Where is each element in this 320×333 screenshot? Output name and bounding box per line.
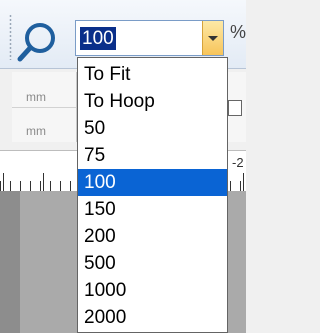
unit-label-bottom: mm xyxy=(26,124,46,138)
zoom-value-input[interactable]: 100 xyxy=(80,27,116,50)
panel-divider xyxy=(12,107,76,108)
zoom-options-list: To Fit To Hoop 50 75 100 150 200 500 1000 2000 xyxy=(78,61,227,331)
zoom-dropdown-list[interactable]: To Fit To Hoop 50 75 100 150 200 500 1000 2000 xyxy=(77,57,228,333)
zoom-percent-label: % xyxy=(230,22,247,42)
zoom-option[interactable]: 2000 xyxy=(78,304,227,331)
zoom-option[interactable]: 75 xyxy=(78,142,227,169)
canvas-margin xyxy=(0,191,20,333)
zoom-option[interactable]: To Hoop xyxy=(78,88,227,115)
zoom-option[interactable]: 1000 xyxy=(78,277,227,304)
magnifier-icon[interactable] xyxy=(16,18,68,70)
zoom-dropdown-button[interactable] xyxy=(202,21,223,55)
unit-label-top: mm xyxy=(26,90,46,104)
chevron-down-icon xyxy=(208,36,218,41)
zoom-combobox[interactable]: 100 xyxy=(75,20,224,56)
zoom-option[interactable]: 200 xyxy=(78,223,227,250)
ruler-label: -2 xyxy=(232,155,244,170)
page-icon[interactable] xyxy=(228,100,242,116)
toolbar-grip-handle[interactable] xyxy=(9,14,12,60)
zoom-option[interactable]: 500 xyxy=(78,250,227,277)
zoom-option[interactable]: 50 xyxy=(78,115,227,142)
zoom-option[interactable]: To Fit xyxy=(78,61,227,88)
zoom-option[interactable]: 100 xyxy=(78,169,227,196)
zoom-option[interactable]: 150 xyxy=(78,196,227,223)
